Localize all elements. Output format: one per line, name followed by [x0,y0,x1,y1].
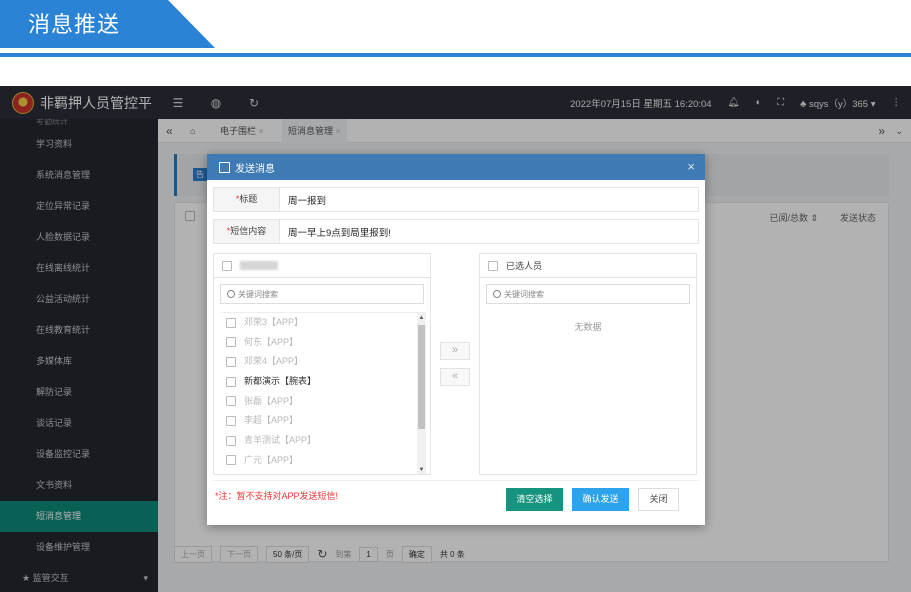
list-item-label: 邓荣3【APP】 [244,317,304,327]
item-checkbox[interactable] [226,435,236,446]
selected-panel-header: 已选人员 [480,254,696,278]
app-window: 非羁押人员管控平 ☰ ◍ ↻ 2022年07月15日 星期五 16:20:04 … [0,86,911,592]
list-item[interactable]: 张磊【APP】 [220,392,426,412]
scroll-up-icon[interactable]: ▲ [418,314,425,322]
list-item[interactable]: 邓荣3【APP】 [220,313,426,333]
banner-line [0,53,911,57]
item-checkbox[interactable] [226,455,236,466]
content-label: 短信内容 [230,226,267,236]
search-icon [227,290,235,298]
selected-search-placeholder: 关键词搜索 [504,289,544,299]
list-item[interactable]: 新都演示【腕表】 [220,372,426,392]
close-button[interactable]: 关闭 [638,488,679,511]
candidate-panel-header [214,254,430,278]
item-checkbox[interactable] [226,337,236,348]
candidate-list: 邓荣3【APP】 何东【APP】 邓荣4【APP】 新都演示【腕表】 张磊【AP… [220,312,426,474]
item-checkbox[interactable] [226,357,236,367]
item-checkbox[interactable] [226,376,236,387]
selected-select-all-checkbox[interactable] [488,260,498,271]
list-item[interactable]: 青羊测试【APP】 [220,431,426,451]
edit-icon [219,161,230,173]
redacted-group-name [240,261,278,270]
list-item-label: 广元【APP】 [244,454,299,465]
selected-panel: 已选人员 关键词搜索 无数据 [479,253,697,475]
candidate-select-all-checkbox[interactable] [222,260,232,271]
list-item[interactable]: 广元【APP】 [220,451,426,471]
banner: 消息推送 [0,0,911,58]
dialog-title: 发送消息 [235,163,275,175]
scroll-down-icon[interactable]: ▼ [418,466,425,474]
move-left-button[interactable]: « [440,368,470,386]
scroll-thumb[interactable] [418,325,425,429]
candidate-search-placeholder: 关键词搜索 [238,289,278,299]
close-icon[interactable]: × [687,159,695,174]
item-checkbox[interactable] [226,416,236,427]
list-item-label: 张磊【APP】 [244,395,299,406]
subject-label: 标题 [239,194,258,204]
list-item-label: 邓荣4【APP】 [244,356,304,367]
subject-row: *标题 周一报到 [213,187,699,212]
list-item-label: 新都演示【腕表】 [244,376,317,387]
search-icon [493,290,501,298]
candidate-panel: 关键词搜索 邓荣3【APP】 何东【APP】 邓荣4【APP】 新都演示【腕表】… [213,253,431,475]
list-item[interactable]: 邓荣4【APP】 [220,352,426,372]
list-item[interactable]: 何东【APP】 [220,333,426,353]
subject-label-cell: *标题 [214,188,280,211]
content-row: *短信内容 周一早上9点到局里报到! [213,219,699,244]
list-scrollbar[interactable]: ▲ ▼ [417,313,426,474]
subject-input[interactable]: 周一报到 [280,193,326,207]
item-checkbox[interactable] [226,396,236,407]
clear-selection-button[interactable]: 清空选择 [506,488,563,511]
banner-title: 消息推送 [28,12,121,37]
candidate-search-input[interactable]: 关键词搜索 [220,284,424,304]
selected-search-input[interactable]: 关键词搜索 [486,284,690,304]
selected-panel-title: 已选人员 [506,261,543,271]
list-item[interactable]: 李超【APP】 [220,411,426,431]
confirm-send-button[interactable]: 确认发送 [572,488,629,511]
list-item-label: 何东【APP】 [244,336,299,347]
no-data-text: 无数据 [574,322,602,332]
dialog-header: 发送消息 × [207,154,705,180]
list-item-label: 李超【APP】 [244,415,299,426]
footer-divider [213,480,699,481]
content-input[interactable]: 周一早上9点到局里报到! [280,225,391,239]
content-label-cell: *短信内容 [214,220,280,243]
move-right-button[interactable]: » [440,342,470,360]
list-item-label: 青羊测试【APP】 [244,435,317,446]
send-message-dialog: 发送消息 × *标题 周一报到 *短信内容 周一早上9点到局里报到! 关键词搜索… [207,154,705,525]
item-checkbox[interactable] [226,317,236,328]
warning-note: *注：暂不支持对APP发送短信! [215,491,339,501]
